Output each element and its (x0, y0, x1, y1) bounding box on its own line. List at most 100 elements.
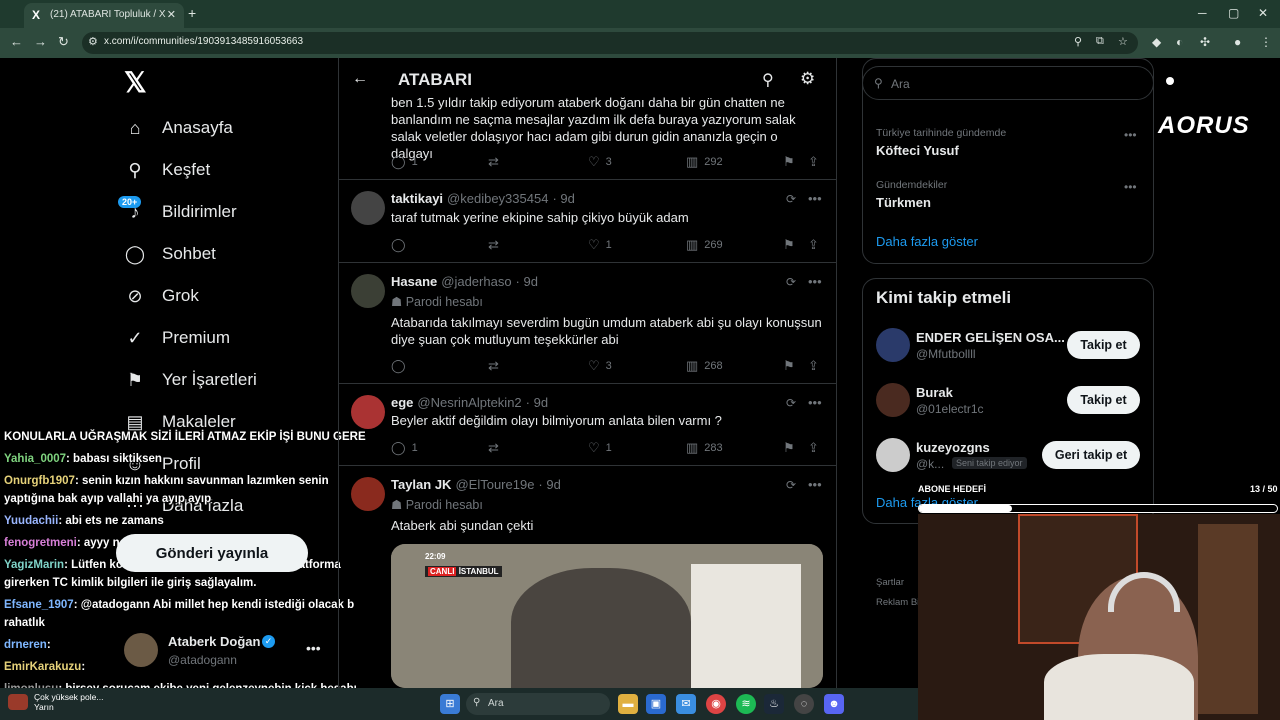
weather-icon[interactable] (8, 694, 28, 710)
post-author[interactable]: Hasane @jaderhaso · 9d (391, 274, 538, 289)
trend-name[interactable]: Türkmen (876, 195, 931, 210)
search-icon[interactable]: ⚲ (762, 70, 774, 90)
nav-item-ke-fet[interactable]: ⚲ Keşfet (124, 154, 210, 186)
trend-more-icon[interactable]: ••• (1124, 180, 1137, 194)
nav-item-yer-i-aretleri[interactable]: ⚑ Yer İşaretleri (124, 364, 257, 396)
follow-button[interactable]: Takip et (1067, 331, 1140, 359)
post-button[interactable]: Gönderi yayınla (116, 534, 308, 572)
bookmark-button[interactable]: ⚑ (783, 154, 795, 170)
maximize-button[interactable]: ▢ (1228, 6, 1239, 20)
account-more-icon[interactable]: ••• (306, 640, 321, 656)
share-button[interactable]: ⇪ (808, 237, 819, 253)
footer-terms-link[interactable]: Şartlar (876, 577, 904, 588)
extension-icon[interactable]: ◐ (1176, 35, 1183, 49)
author-name[interactable]: Hasane (391, 274, 437, 289)
bookmark-button[interactable]: ⚑ (783, 237, 795, 253)
trend-context[interactable]: Türkiye tarihinde gündemde (876, 127, 1006, 139)
suggestion-handle[interactable]: @k... (916, 457, 944, 471)
nav-item-premium[interactable]: ✓ Premium (124, 322, 230, 354)
steam-icon[interactable]: ♨ (764, 694, 784, 714)
avatar[interactable] (351, 477, 385, 511)
new-tab-button[interactable]: + (188, 5, 196, 21)
settings-gear-icon[interactable]: ⚙ (800, 69, 815, 89)
share-button[interactable]: ⇪ (808, 358, 819, 374)
minimize-button[interactable]: ─ (1198, 6, 1207, 20)
post-time[interactable]: · 9d (526, 395, 548, 410)
profile-icon[interactable]: ● (1234, 35, 1241, 49)
post-author[interactable]: taktikayi @kedibey335454 · 9d (391, 191, 575, 206)
post-time[interactable]: · 9d (538, 477, 560, 492)
nav-item-grok[interactable]: ⊘ Grok (124, 280, 198, 312)
bookmark-star-icon[interactable]: ☆ (1118, 35, 1128, 48)
avatar[interactable] (876, 438, 910, 472)
file-explorer-icon[interactable]: ▬ (618, 694, 638, 714)
bookmark-button[interactable]: ⚑ (783, 440, 795, 456)
start-windows-icon[interactable]: ⊞ (440, 694, 460, 714)
x-logo-icon[interactable]: 𝕏 (124, 66, 147, 99)
reply-button[interactable]: ◯ (391, 237, 412, 253)
author-handle[interactable]: @NesrinAlptekin2 (417, 395, 521, 410)
share-button[interactable]: ⇪ (808, 154, 819, 170)
site-info-icon[interactable]: ⚙ (88, 35, 98, 48)
extensions-puzzle-icon[interactable]: ✣ (1200, 35, 1210, 49)
avatar[interactable] (351, 274, 385, 308)
bookmark-button[interactable]: ⚑ (783, 358, 795, 374)
post-more-icon[interactable]: ••• (808, 395, 822, 410)
suggestion-name[interactable]: kuzeyozgns (916, 440, 990, 455)
avatar[interactable] (124, 633, 158, 667)
nav-item-sohbet[interactable]: ◯ Sohbet (124, 238, 216, 270)
post-author[interactable]: Taylan JK @ElToure19e · 9d (391, 477, 561, 492)
reload-button[interactable]: ↻ (58, 34, 69, 50)
views-button[interactable]: ▥ 283 (686, 440, 723, 456)
views-button[interactable]: ▥ 269 (686, 237, 723, 253)
like-button[interactable]: ♡ 1 (588, 237, 612, 253)
post-more-icon[interactable]: ••• (808, 477, 822, 492)
obs-icon[interactable]: ◌ (794, 694, 814, 714)
discord-icon[interactable]: ☻ (824, 694, 844, 714)
views-button[interactable]: ▥ 268 (686, 358, 723, 374)
grok-explain-icon[interactable]: ⟳ (786, 396, 796, 410)
grok-explain-icon[interactable]: ⟳ (786, 478, 796, 492)
avatar[interactable] (351, 395, 385, 429)
avatar[interactable] (351, 191, 385, 225)
author-name[interactable]: Taylan JK (391, 477, 451, 492)
like-button[interactable]: ♡ 3 (588, 154, 612, 170)
author-handle[interactable]: @jaderhaso (441, 274, 511, 289)
trend-context[interactable]: Gündemdekiler (876, 179, 947, 191)
reply-button[interactable]: ◯ (391, 358, 412, 374)
avatar[interactable] (876, 328, 910, 362)
tab-close-icon[interactable]: ✕ (167, 8, 176, 21)
trend-more-icon[interactable]: ••• (1124, 128, 1137, 142)
post-time[interactable]: · 9d (516, 274, 538, 289)
views-button[interactable]: ▥ 292 (686, 154, 723, 170)
grok-explain-icon[interactable]: ⟳ (786, 275, 796, 289)
repost-button[interactable]: ⇄ (488, 440, 499, 456)
taskbar-search[interactable]: ⚲ Ara (466, 693, 610, 715)
back-button[interactable]: ← (10, 34, 23, 49)
author-name[interactable]: ege (391, 395, 413, 410)
like-button[interactable]: ♡ 3 (588, 358, 612, 374)
share-button[interactable]: ⇪ (808, 440, 819, 456)
weather-widget[interactable]: Çok yüksek pole... Yarın (34, 692, 103, 712)
extension-icon[interactable]: ◆ (1152, 35, 1161, 49)
author-handle[interactable]: @kedibey335454 (447, 191, 548, 206)
forward-button[interactable]: → (34, 34, 47, 49)
url-text[interactable]: x.com/i/communities/1903913485916053663 (104, 36, 303, 47)
reply-button[interactable]: ◯ 1 (391, 440, 418, 456)
browser-tab[interactable]: X (21) ATABARI Topluluk / X ✕ (24, 3, 184, 28)
post-author[interactable]: ege @NesrinAlptekin2 · 9d (391, 395, 548, 410)
suggestion-name[interactable]: Burak (916, 385, 953, 400)
reply-button[interactable]: ◯ 1 (391, 154, 418, 170)
install-icon[interactable]: ⧉ (1096, 35, 1104, 48)
post-more-icon[interactable]: ••• (808, 191, 822, 206)
suggestion-handle[interactable]: @Mfutbollll (916, 347, 976, 361)
nav-item-anasayfa[interactable]: ⌂ Anasayfa (124, 112, 233, 144)
account-name[interactable]: Ataberk Doğan (168, 634, 260, 649)
trend-name[interactable]: Köfteci Yusuf (876, 143, 959, 158)
account-handle[interactable]: @atadogann (168, 653, 237, 667)
zoom-icon[interactable]: ⚲ (1074, 35, 1082, 48)
like-button[interactable]: ♡ 1 (588, 440, 612, 456)
follow-button[interactable]: Geri takip et (1042, 441, 1140, 469)
grok-explain-icon[interactable]: ⟳ (786, 192, 796, 206)
post-more-icon[interactable]: ••• (808, 274, 822, 289)
